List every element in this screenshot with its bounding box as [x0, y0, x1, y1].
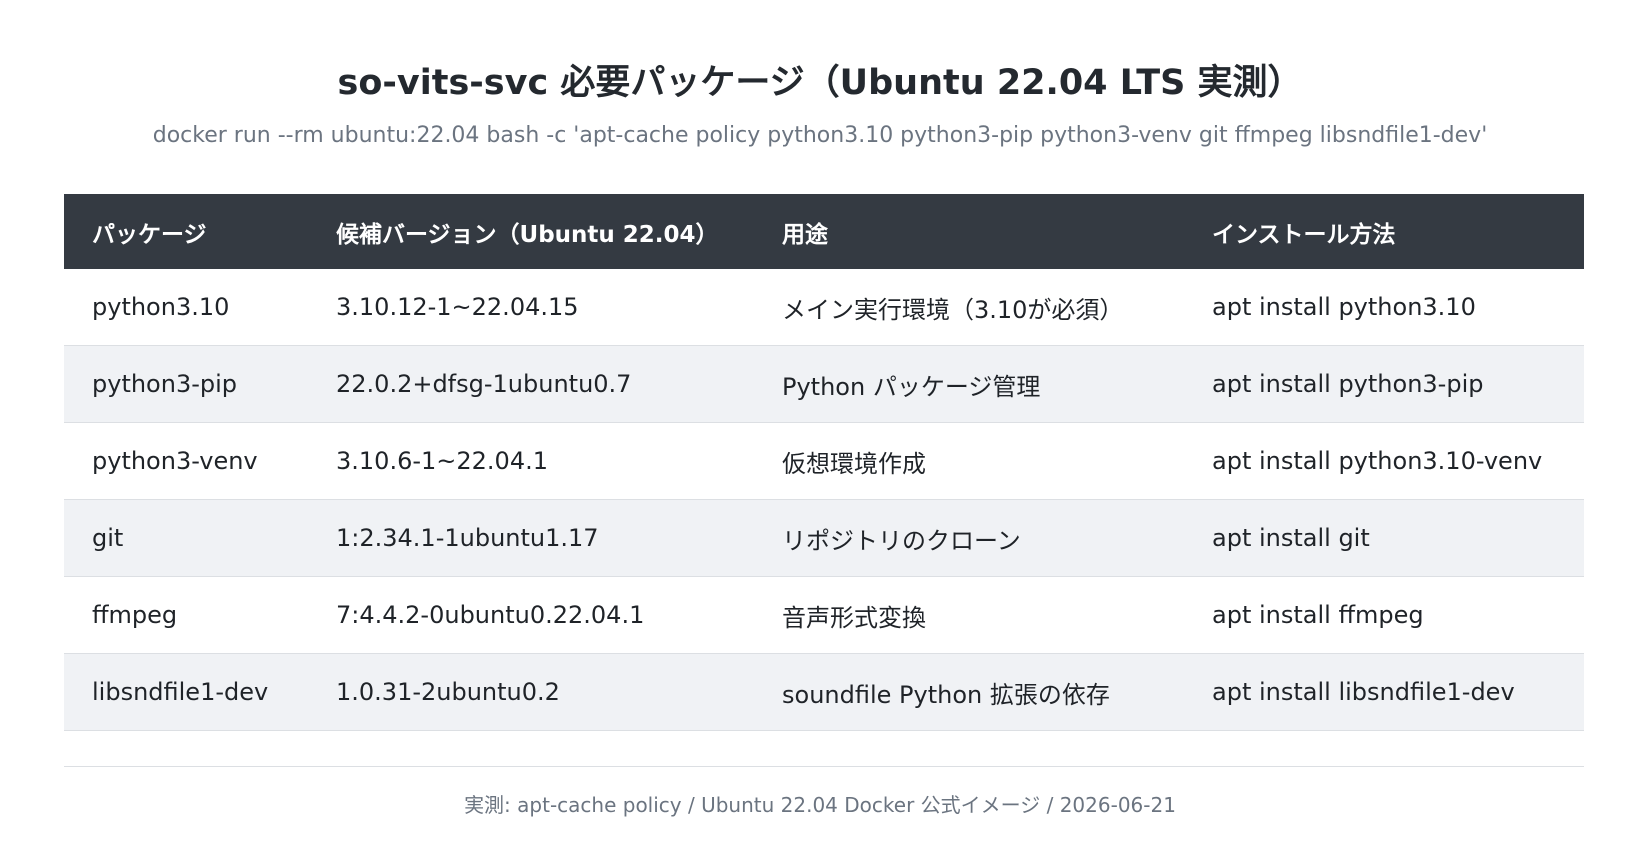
table-row: python3-venv 3.10.6-1~22.04.1 仮想環境作成 apt… [64, 422, 1584, 500]
table-row: python3.10 3.10.12-1~22.04.15 メイン実行環境（3.… [64, 269, 1584, 346]
cell-install: apt install python3.10-venv [1184, 422, 1584, 500]
column-header-purpose: 用途 [754, 194, 1184, 269]
cell-version: 3.10.6-1~22.04.1 [308, 422, 754, 500]
column-header-install: インストール方法 [1184, 194, 1584, 269]
column-header-version: 候補バージョン（Ubuntu 22.04） [308, 194, 754, 269]
cell-package: ffmpeg [64, 576, 308, 654]
footer-divider [64, 766, 1584, 767]
page-title: so-vits-svc 必要パッケージ（Ubuntu 22.04 LTS 実測） [337, 63, 1303, 103]
footer-note: 実測: apt-cache policy / Ubuntu 22.04 Dock… [464, 793, 1176, 817]
cell-purpose: 音声形式変換 [754, 576, 1184, 654]
cell-package: python3.10 [64, 269, 308, 346]
table-header-row: パッケージ 候補バージョン（Ubuntu 22.04） 用途 インストール方法 [64, 194, 1584, 269]
cell-install: apt install python3.10 [1184, 269, 1584, 346]
cell-install: apt install python3-pip [1184, 345, 1584, 423]
cell-version: 7:4.4.2-0ubuntu0.22.04.1 [308, 576, 754, 654]
cell-version: 1.0.31-2ubuntu0.2 [308, 653, 754, 731]
cell-package: libsndfile1-dev [64, 653, 308, 731]
cell-version: 3.10.12-1~22.04.15 [308, 269, 754, 346]
cell-purpose: 仮想環境作成 [754, 422, 1184, 500]
table-row: git 1:2.34.1-1ubuntu1.17 リポジトリのクローン apt … [64, 499, 1584, 577]
cell-install: apt install libsndfile1-dev [1184, 653, 1584, 731]
cell-version: 22.0.2+dfsg-1ubuntu0.7 [308, 345, 754, 423]
column-header-package: パッケージ [64, 194, 308, 269]
cell-package: git [64, 499, 308, 577]
cell-purpose: リポジトリのクローン [754, 499, 1184, 577]
cell-purpose: メイン実行環境（3.10が必須） [754, 269, 1184, 346]
cell-version: 1:2.34.1-1ubuntu1.17 [308, 499, 754, 577]
command-subtitle: docker run --rm ubuntu:22.04 bash -c 'ap… [152, 123, 1488, 148]
cell-install: apt install ffmpeg [1184, 576, 1584, 654]
table-row: libsndfile1-dev 1.0.31-2ubuntu0.2 soundf… [64, 653, 1584, 731]
cell-package: python3-venv [64, 422, 308, 500]
cell-package: python3-pip [64, 345, 308, 423]
package-table: パッケージ 候補バージョン（Ubuntu 22.04） 用途 インストール方法 … [64, 194, 1584, 731]
cell-install: apt install git [1184, 499, 1584, 577]
cell-purpose: soundfile Python 拡張の依存 [754, 653, 1184, 731]
table-row: ffmpeg 7:4.4.2-0ubuntu0.22.04.1 音声形式変換 a… [64, 576, 1584, 654]
cell-purpose: Python パッケージ管理 [754, 345, 1184, 423]
table-row: python3-pip 22.0.2+dfsg-1ubuntu0.7 Pytho… [64, 345, 1584, 423]
